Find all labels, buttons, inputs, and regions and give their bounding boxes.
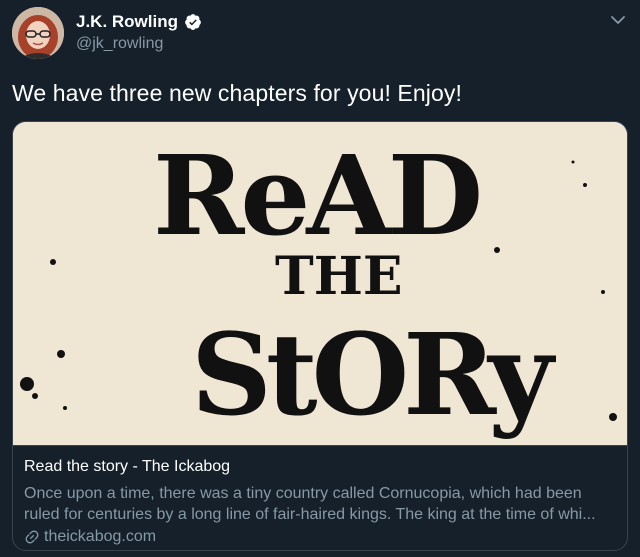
user-avatar-icon	[12, 7, 64, 59]
link-card[interactable]: ReAD THE StORy Read the story - The Icka…	[12, 121, 628, 551]
card-domain-text: theickabog.com	[44, 528, 157, 545]
author-name[interactable]: J.K. Rowling	[76, 12, 178, 32]
card-art-line1: ReAD	[153, 131, 479, 260]
tweet-text: We have three new chapters for you! Enjo…	[12, 80, 462, 106]
author-handle[interactable]: @jk_rowling	[76, 35, 163, 53]
card-description-line: ruled for centuries by a long line of fa…	[24, 506, 596, 523]
verified-badge-icon	[184, 13, 202, 31]
card-domain: theickabog.com	[24, 528, 156, 546]
more-options-chevron-down-icon[interactable]	[608, 10, 628, 30]
card-meta[interactable]: Read the story - The Ickabog Once upon a…	[13, 445, 627, 550]
card-description: Once upon a time, there was a tiny count…	[24, 483, 620, 525]
card-description-line: Once upon a time, there was a tiny count…	[24, 485, 582, 502]
card-image[interactable]: ReAD THE StORy	[13, 122, 627, 445]
card-art-line2: THE	[275, 246, 402, 307]
author-avatar[interactable]	[12, 7, 64, 59]
author-name-row: J.K. Rowling	[76, 11, 202, 33]
link-icon	[24, 529, 40, 545]
card-art-line3: StORy	[191, 310, 556, 441]
tweet[interactable]: J.K. Rowling @jk_rowling We have three n…	[0, 0, 640, 557]
card-title: Read the story - The Ickabog	[24, 458, 231, 475]
